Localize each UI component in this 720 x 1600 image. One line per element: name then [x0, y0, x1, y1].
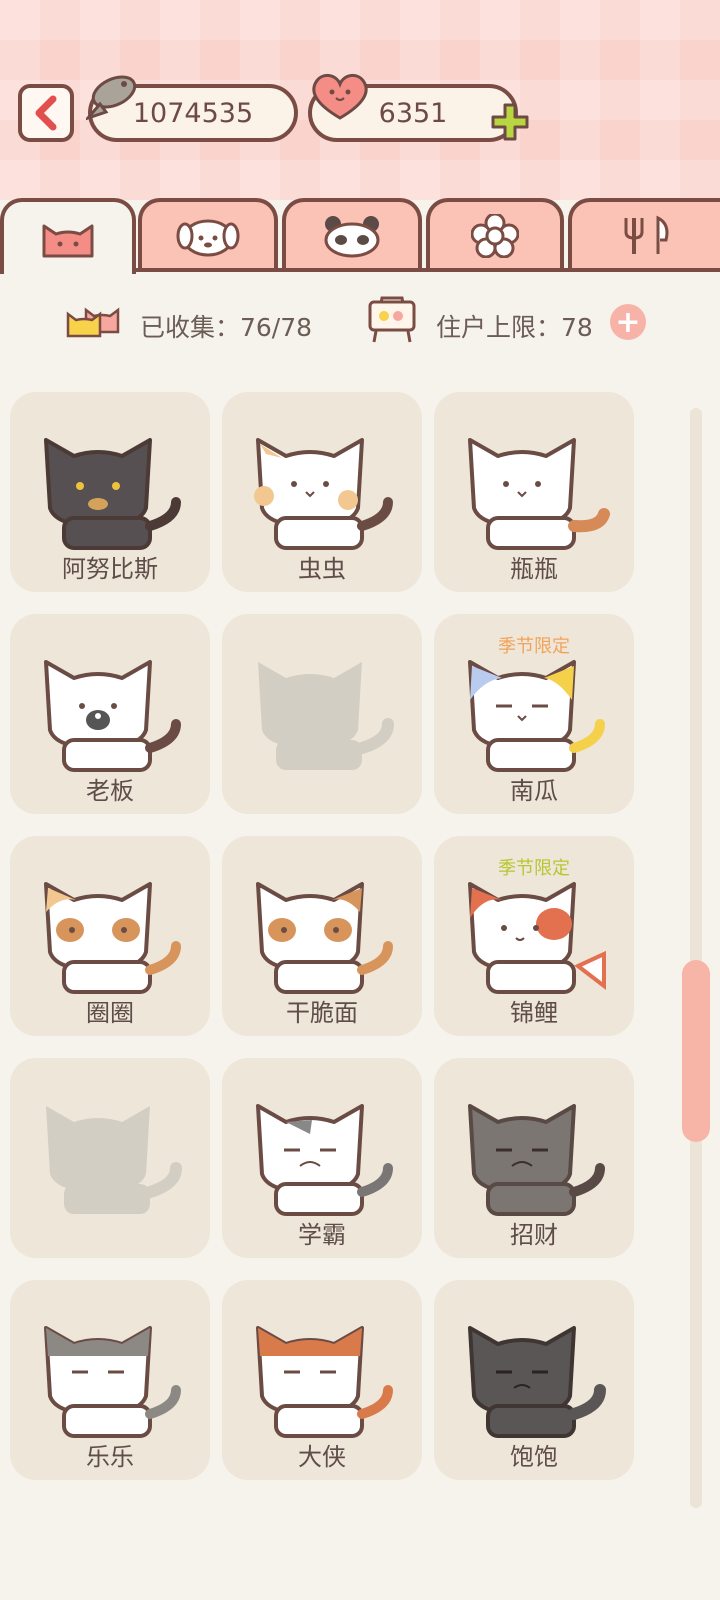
fish-count: 1074535 [132, 97, 254, 129]
cat-name: 锦鲤 [510, 999, 558, 1027]
cat-name: 大侠 [298, 1443, 346, 1471]
cat-card[interactable]: 学霸 [222, 1058, 422, 1258]
cat-card[interactable]: 季节限定 锦鲤 [434, 836, 634, 1036]
cat-card[interactable]: 阿努比斯 [10, 392, 210, 592]
fork-knife-icon [624, 215, 669, 254]
cat-card[interactable]: 招财 [434, 1058, 634, 1258]
cat-name: 圈圈 [86, 999, 134, 1027]
cat-card[interactable]: 虫虫 [222, 392, 422, 592]
fish-icon [86, 75, 137, 121]
back-button[interactable] [18, 84, 74, 142]
add-hearts-plus-icon[interactable] [490, 102, 530, 142]
cat-jinli-portrait [468, 882, 606, 994]
scrollbar-track[interactable] [690, 408, 702, 1508]
category-tabs [0, 198, 720, 274]
cat-name: 老板 [86, 777, 134, 805]
cat-anubis-portrait [44, 438, 181, 550]
locked-cat-silhouette [46, 1106, 182, 1214]
cat-name: 虫虫 [298, 555, 346, 583]
cat-name: 招财 [510, 1221, 558, 1249]
cat-name: 瓶瓶 [510, 555, 558, 583]
chevron-left-icon [35, 95, 57, 131]
tab-flowers[interactable] [426, 198, 564, 270]
tab-cats[interactable] [0, 198, 136, 274]
cat-laoban-portrait [44, 660, 181, 772]
tab-food[interactable] [568, 198, 720, 270]
cat-card[interactable]: 大侠 [222, 1280, 422, 1480]
cat-card[interactable]: 老板 [10, 614, 210, 814]
locked-cat-silhouette [258, 662, 394, 770]
cat-name: 乐乐 [86, 1443, 134, 1471]
scrollbar-thumb[interactable] [682, 960, 710, 1142]
cat-name: 南瓜 [510, 777, 558, 805]
cat-name: 干脆面 [286, 999, 358, 1027]
dog-face-icon [176, 219, 240, 257]
collection-stats: 已收集：76/78 住户上限：78 + [0, 296, 720, 352]
cat-card[interactable]: 乐乐 [10, 1280, 210, 1480]
cat-card[interactable]: 圈圈 [10, 836, 210, 1036]
cat-card-locked[interactable] [10, 1058, 210, 1258]
cat-name: 阿努比斯 [62, 555, 158, 583]
cat-nangua-portrait [468, 660, 605, 772]
cat-pingping-portrait [468, 438, 610, 550]
collected-cats-icon [66, 307, 120, 338]
resident-limit: 住户上限：78 [436, 313, 593, 342]
cat-card-locked[interactable] [222, 614, 422, 814]
cat-chongchong-portrait [254, 438, 393, 550]
tab-pandas[interactable] [282, 198, 422, 270]
tab-dogs[interactable] [138, 198, 278, 270]
cat-face-icon [42, 224, 94, 258]
cat-zhaocai-portrait [468, 1104, 605, 1216]
cat-baobao-portrait [468, 1326, 606, 1438]
cat-card[interactable]: 瓶瓶 [434, 392, 634, 592]
heart-icon [312, 74, 368, 120]
cat-quanquan-portrait [44, 882, 181, 994]
collected-count: 已收集：76/78 [140, 313, 313, 342]
cat-daxia-portrait [256, 1326, 393, 1438]
cat-card[interactable]: 季节限定 南瓜 [434, 614, 634, 814]
signboard-icon [368, 296, 416, 343]
cat-card[interactable]: 干脆面 [222, 836, 422, 1036]
cat-lele-portrait [44, 1326, 181, 1438]
top-bar: 1074535 6351 [0, 0, 720, 200]
cat-gancuimian-portrait [256, 882, 393, 994]
cat-xueba-portrait [256, 1104, 393, 1216]
cat-name: 学霸 [298, 1221, 346, 1249]
panda-face-icon [324, 216, 380, 258]
cat-name: 饱饱 [510, 1443, 558, 1471]
cat-card[interactable]: 饱饱 [434, 1280, 634, 1480]
heart-count: 6351 [378, 97, 448, 129]
increase-limit-button[interactable]: + [610, 304, 646, 340]
flower-icon [471, 214, 519, 258]
